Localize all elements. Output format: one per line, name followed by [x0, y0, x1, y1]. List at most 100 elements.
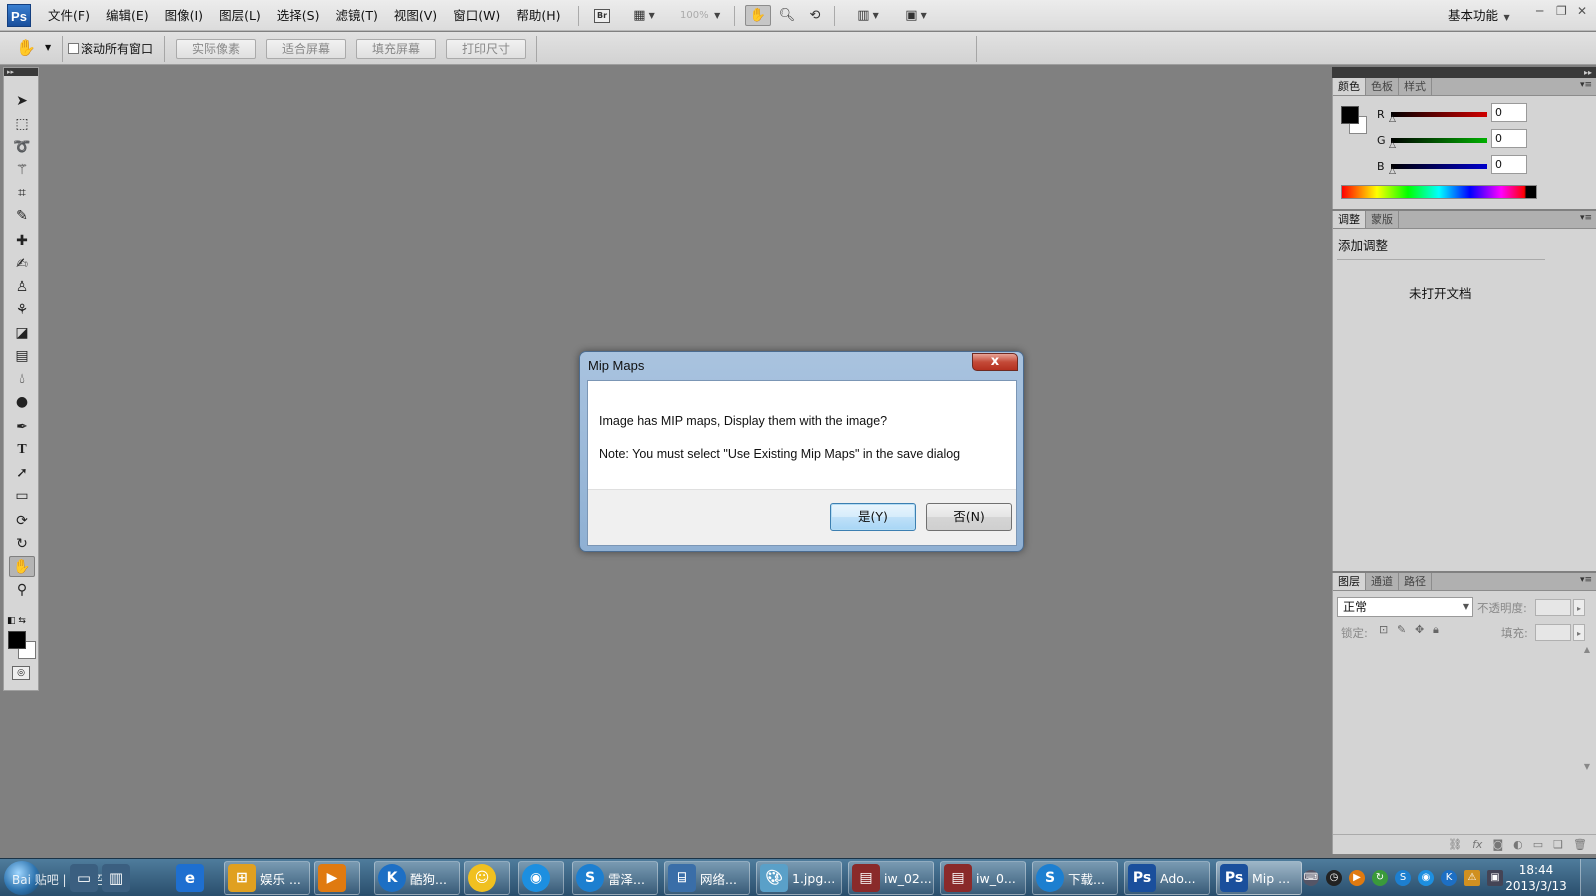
menu-image[interactable]: 图像(I)	[157, 0, 211, 31]
type-tool-icon[interactable]: T	[9, 439, 35, 460]
lock-pixels-icon[interactable]: ✎	[1397, 623, 1406, 636]
red-slider-thumb[interactable]: △	[1389, 114, 1396, 124]
healing-brush-tool-icon[interactable]: ✚	[9, 230, 35, 251]
show-desktop-button[interactable]	[1580, 859, 1596, 896]
link-layers-icon[interactable]: ⛓	[1448, 838, 1462, 851]
no-button[interactable]: 否(N)	[926, 503, 1012, 531]
task-button[interactable]: ▤ iw_02...	[848, 861, 934, 895]
color-spectrum-bar[interactable]	[1341, 185, 1537, 199]
blue-slider-thumb[interactable]: △	[1389, 166, 1396, 176]
opacity-arrow-icon[interactable]: ▸	[1573, 599, 1585, 616]
shape-tool-icon[interactable]: ▭	[9, 485, 35, 506]
layers-scrollbar[interactable]: ▲ ▼	[1580, 645, 1594, 835]
task-button[interactable]: ⊞ 娱乐 ...	[224, 861, 310, 895]
task-button[interactable]: ▤ iw_0...	[940, 861, 1026, 895]
move-tool-icon[interactable]: ➤	[9, 90, 35, 111]
tab-adjustments[interactable]: 调整	[1333, 211, 1366, 228]
red-value-input[interactable]: 0	[1491, 103, 1527, 122]
task-button[interactable]: ▶	[314, 861, 360, 895]
pen-tool-icon[interactable]: ✒	[9, 416, 35, 437]
kugou-icon[interactable]: K	[1441, 870, 1457, 886]
view-extras-button[interactable]: ▦ ▼	[626, 5, 662, 26]
green-slider-thumb[interactable]: △	[1389, 140, 1396, 150]
dodge-tool-icon[interactable]: ●	[9, 391, 35, 412]
lock-all-icon[interactable]: 🔒︎	[1433, 623, 1439, 637]
menu-edit[interactable]: 编辑(E)	[98, 0, 157, 31]
fill-screen-button[interactable]: 填充屏幕	[356, 39, 436, 59]
location-icon[interactable]: ◉	[1418, 870, 1434, 886]
minimize-button[interactable]: ─	[1536, 4, 1543, 18]
magic-wand-tool-icon[interactable]: ⚚	[9, 159, 35, 180]
blend-mode-select[interactable]: 正常 ▼	[1337, 597, 1473, 617]
yes-button[interactable]: 是(Y)	[830, 503, 916, 531]
3d-orbit-tool-icon[interactable]: ↻	[9, 533, 35, 554]
screen-mode-button[interactable]: ▣ ▼	[898, 5, 934, 26]
scroll-all-windows-checkbox[interactable]	[68, 43, 79, 54]
menu-layer[interactable]: 图层(L)	[211, 0, 269, 31]
opacity-input[interactable]	[1535, 599, 1571, 616]
zoom-tool-button[interactable]: 🔍︎	[776, 5, 798, 26]
menu-window[interactable]: 窗口(W)	[445, 0, 508, 31]
tab-layers[interactable]: 图层	[1333, 573, 1366, 590]
swap-colors-icon[interactable]: ◧ ⇆	[7, 616, 26, 626]
eraser-tool-icon[interactable]: ◪	[9, 322, 35, 343]
panel-menu-icon[interactable]: ▾≡	[1580, 80, 1592, 90]
fill-arrow-icon[interactable]: ▸	[1573, 624, 1585, 641]
brush-tool-icon[interactable]: ✍	[9, 253, 35, 274]
panel-dock-grip[interactable]: ▸▸	[1332, 67, 1596, 78]
crop-tool-icon[interactable]: ⌗	[9, 182, 35, 203]
tab-masks[interactable]: 蒙版	[1366, 211, 1399, 228]
zoom-field[interactable]: 100% ▼	[668, 7, 726, 24]
workspace-switcher[interactable]: 基本功能 ▼	[1448, 0, 1510, 33]
clock[interactable]: 18:44 2013/3/13	[1504, 862, 1568, 894]
blue-value-input[interactable]: 0	[1491, 155, 1527, 174]
lock-position-icon[interactable]: ✥	[1415, 623, 1424, 636]
hand-tool-preset-icon[interactable]: ✋	[16, 38, 36, 57]
tab-styles[interactable]: 样式	[1399, 78, 1432, 95]
chevron-down-icon[interactable]: ▼	[45, 43, 51, 52]
foreground-color-swatch[interactable]	[8, 631, 26, 649]
layer-style-icon[interactable]: fx	[1472, 838, 1482, 851]
close-app-button[interactable]: ✕	[1577, 4, 1587, 18]
gradient-tool-icon[interactable]: ▤	[9, 345, 35, 366]
dialog-close-button[interactable]: x	[972, 353, 1018, 371]
internet-explorer-icon[interactable]: e	[176, 864, 204, 892]
zoom-tool-icon[interactable]: ⚲	[9, 579, 35, 600]
show-desktop-icon[interactable]: ▭	[70, 864, 98, 892]
new-group-icon[interactable]: ▭	[1533, 838, 1543, 851]
blue-slider[interactable]	[1391, 164, 1487, 169]
tab-swatches[interactable]: 色板	[1366, 78, 1399, 95]
panel-menu-icon[interactable]: ▾≡	[1580, 213, 1592, 223]
panel-menu-icon[interactable]: ▾≡	[1580, 575, 1592, 585]
tab-color[interactable]: 颜色	[1333, 78, 1366, 95]
refresh-icon[interactable]: ↻	[1372, 870, 1388, 886]
eyedropper-tool-icon[interactable]: ✎	[9, 205, 35, 226]
task-button[interactable]: 🎨︎ 1.jpg...	[756, 861, 842, 895]
media-player-icon[interactable]: ▶	[1349, 870, 1365, 886]
adjustment-layer-icon[interactable]: ◐	[1513, 838, 1523, 851]
quick-mask-icon[interactable]: ◎	[12, 666, 30, 680]
3d-rotate-tool-icon[interactable]: ⟳	[9, 510, 35, 531]
task-button[interactable]: ☺	[464, 861, 510, 895]
clock-app-icon[interactable]: ◷	[1326, 870, 1342, 886]
restore-button[interactable]: ❐	[1556, 4, 1567, 18]
task-button[interactable]: S 雷泽...	[572, 861, 658, 895]
color-foreground-swatch[interactable]	[1341, 106, 1359, 124]
print-size-button[interactable]: 打印尺寸	[446, 39, 526, 59]
task-button[interactable]: Ps Mip ...	[1216, 861, 1302, 895]
fill-input[interactable]	[1535, 624, 1571, 641]
task-button[interactable]: ⌸ 网络...	[664, 861, 750, 895]
tab-paths[interactable]: 路径	[1399, 573, 1432, 590]
menu-help[interactable]: 帮助(H)	[508, 0, 568, 31]
clone-stamp-tool-icon[interactable]: ♙	[9, 276, 35, 297]
task-button[interactable]: S 下载...	[1032, 861, 1118, 895]
arrange-documents-button[interactable]: ▥ ▼	[850, 5, 886, 26]
new-layer-icon[interactable]: ❑	[1553, 838, 1563, 851]
path-selection-tool-icon[interactable]: ➚	[9, 462, 35, 483]
actual-pixels-button[interactable]: 实际像素	[176, 39, 256, 59]
rotate-view-button[interactable]: ⟲	[804, 5, 826, 26]
task-button[interactable]: K 酷狗...	[374, 861, 460, 895]
fit-screen-button[interactable]: 适合屏幕	[266, 39, 346, 59]
layer-mask-icon[interactable]: ◙	[1492, 838, 1503, 851]
green-slider[interactable]	[1391, 138, 1487, 143]
